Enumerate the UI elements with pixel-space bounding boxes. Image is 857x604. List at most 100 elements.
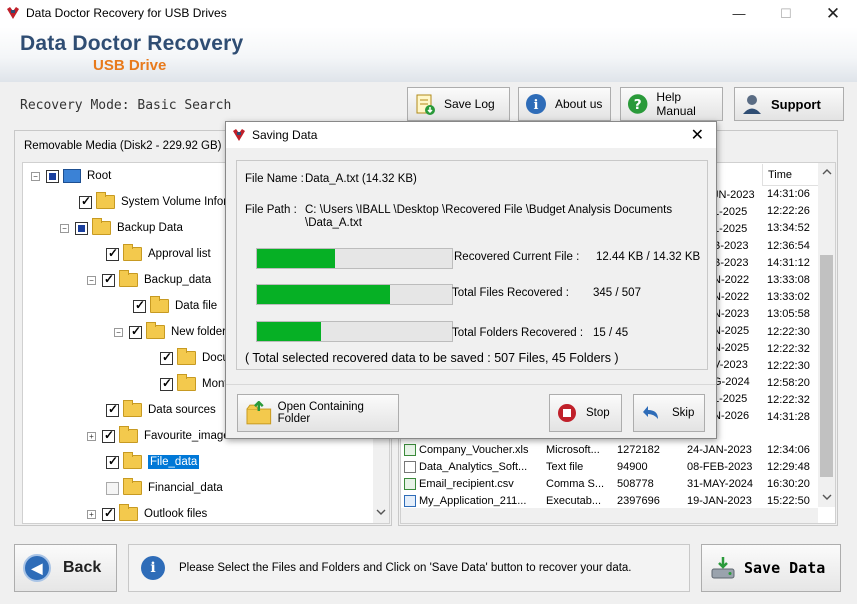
file-type-cell: Text file bbox=[546, 461, 584, 473]
about-us-button[interactable]: i About us bbox=[518, 87, 611, 121]
tree-node[interactable]: + Favourite_image bbox=[87, 426, 230, 446]
tree-node[interactable]: − Backup Data bbox=[60, 218, 183, 238]
help-manual-label: Help Manual bbox=[656, 90, 696, 118]
file-name-cell: Company_Voucher.xls bbox=[419, 444, 529, 456]
svg-text:i: i bbox=[534, 98, 539, 113]
tree-checkbox[interactable] bbox=[75, 221, 88, 235]
time-cell: 12:36:54 bbox=[767, 239, 810, 252]
stop-icon bbox=[558, 404, 576, 422]
tree-node[interactable]: Data sources bbox=[106, 400, 216, 420]
svg-text:?: ? bbox=[634, 97, 642, 113]
chevron-down-icon[interactable] bbox=[822, 493, 832, 501]
support-button[interactable]: Support bbox=[734, 87, 844, 121]
tree-checkbox[interactable] bbox=[133, 298, 146, 313]
table-row[interactable]: Company_Voucher.xls Microsoft... 1272182… bbox=[404, 442, 818, 459]
stop-button[interactable]: Stop bbox=[549, 394, 622, 432]
tree-checkbox[interactable] bbox=[102, 428, 115, 443]
tree-checkbox[interactable] bbox=[160, 376, 173, 391]
dialog-close-button[interactable]: ✕ bbox=[691, 125, 704, 145]
back-label: Back bbox=[63, 559, 102, 576]
file-time-cell: 12:34:06 bbox=[767, 444, 810, 456]
tree-node[interactable]: Approval list bbox=[106, 244, 211, 264]
file-time-cell: 12:29:48 bbox=[767, 461, 810, 473]
tree-node-label: System Volume Inform bbox=[121, 196, 237, 208]
executable-file-icon bbox=[404, 495, 416, 508]
back-arrow-icon: ◀ bbox=[23, 554, 51, 582]
file-name-cell: My_Application_211... bbox=[419, 495, 527, 507]
tree-checkbox[interactable] bbox=[102, 506, 115, 521]
tree-node-label: File_data bbox=[148, 455, 200, 469]
tree-node[interactable]: + Outlook files bbox=[87, 504, 208, 523]
collapse-toggle[interactable]: − bbox=[114, 327, 123, 337]
tree-checkbox[interactable] bbox=[46, 169, 59, 183]
table-row[interactable]: Email_recipient.csv Comma S... 508778 31… bbox=[404, 476, 818, 493]
open-folder-label: Open Containing Folder bbox=[277, 401, 364, 425]
file-size-cell: 508778 bbox=[617, 478, 654, 490]
tree-checkbox[interactable] bbox=[160, 350, 173, 365]
chevron-up-icon[interactable] bbox=[822, 168, 832, 176]
date-cell: N-2025 bbox=[713, 342, 750, 354]
scrollbar-thumb[interactable] bbox=[820, 255, 833, 477]
date-cell: N-2022 bbox=[713, 291, 750, 303]
expand-toggle[interactable]: + bbox=[87, 431, 96, 441]
skip-label: Skip bbox=[672, 407, 695, 419]
time-column: Time 14:31:06 12:22:26 13:34:52 12:36:54… bbox=[762, 164, 818, 427]
tree-checkbox[interactable] bbox=[106, 402, 119, 417]
info-icon: i bbox=[526, 94, 546, 114]
current-file-label: Recovered Current File : bbox=[454, 251, 580, 263]
collapse-toggle[interactable]: − bbox=[87, 275, 96, 285]
total-folders-progress-bar bbox=[256, 321, 453, 342]
tree-checkbox[interactable] bbox=[106, 481, 119, 495]
tree-node-root[interactable]: − Root bbox=[31, 166, 111, 186]
open-containing-folder-button[interactable]: Open Containing Folder bbox=[237, 394, 399, 432]
file-list-hscrollbar[interactable] bbox=[401, 508, 818, 523]
tree-node[interactable]: − New folder bbox=[114, 322, 226, 342]
tree-checkbox[interactable] bbox=[106, 454, 119, 469]
table-row[interactable]: Data_Analytics_Soft... Text file 94900 0… bbox=[404, 459, 818, 476]
csv-file-icon bbox=[404, 478, 416, 491]
tree-node[interactable]: Financial_data bbox=[106, 478, 223, 498]
total-files-label: Total Files Recovered : bbox=[452, 287, 569, 299]
tree-node[interactable]: System Volume Inform bbox=[79, 192, 237, 212]
minimize-button[interactable]: — bbox=[716, 0, 762, 27]
time-cell: 12:22:32 bbox=[767, 342, 810, 355]
date-cell: JN-2023 bbox=[713, 189, 755, 201]
tree-node[interactable]: Mont bbox=[160, 374, 228, 394]
tree-node[interactable]: Docu bbox=[160, 348, 229, 368]
expand-toggle[interactable]: + bbox=[87, 509, 96, 519]
tree-checkbox[interactable] bbox=[129, 324, 142, 339]
back-button[interactable]: ◀ Back bbox=[14, 544, 117, 592]
tree-node-label: Outlook files bbox=[144, 508, 208, 520]
dialog-title-bar: Saving Data ✕ bbox=[226, 122, 716, 148]
save-drive-icon bbox=[711, 557, 735, 579]
save-log-button[interactable]: Save Log bbox=[407, 87, 510, 121]
save-data-button[interactable]: Save Data bbox=[701, 544, 841, 592]
date-cell: L-2025 bbox=[713, 223, 748, 235]
tree-node-label: New folder bbox=[171, 326, 226, 338]
skip-button[interactable]: Skip bbox=[633, 394, 705, 432]
tree-node-label: Mont bbox=[202, 378, 228, 390]
help-manual-button[interactable]: ? Help Manual bbox=[620, 87, 723, 121]
tree-node-selected[interactable]: File_data bbox=[106, 452, 200, 472]
title-bar: Data Doctor Recovery for USB Drives — ☐ … bbox=[0, 0, 857, 27]
save-log-label: Save Log bbox=[444, 97, 495, 111]
collapse-toggle[interactable]: − bbox=[31, 171, 40, 181]
tree-node[interactable]: Data file bbox=[133, 296, 217, 316]
time-column-header[interactable]: Time bbox=[762, 164, 818, 186]
time-cell: 12:22:30 bbox=[767, 359, 810, 372]
removable-media-label: Removable Media (Disk2 - 229.92 GB) bbox=[24, 140, 222, 152]
tree-checkbox[interactable] bbox=[102, 272, 115, 287]
tree-node-label: Root bbox=[87, 170, 112, 182]
maximize-button[interactable]: ☐ bbox=[763, 0, 809, 27]
tree-checkbox[interactable] bbox=[106, 246, 119, 261]
tree-checkbox[interactable] bbox=[79, 194, 92, 209]
file-list-scrollbar[interactable] bbox=[818, 163, 835, 507]
total-folders-value: 15 / 45 bbox=[593, 327, 629, 339]
chevron-down-icon[interactable] bbox=[376, 508, 386, 516]
time-cell: 13:33:08 bbox=[767, 273, 810, 286]
date-cell: B-2023 bbox=[713, 257, 749, 269]
close-button[interactable]: ✕ bbox=[810, 0, 856, 27]
tree-node-label: Data sources bbox=[148, 404, 216, 416]
collapse-toggle[interactable]: − bbox=[60, 223, 69, 233]
tree-node[interactable]: − Backup_data bbox=[87, 270, 211, 290]
